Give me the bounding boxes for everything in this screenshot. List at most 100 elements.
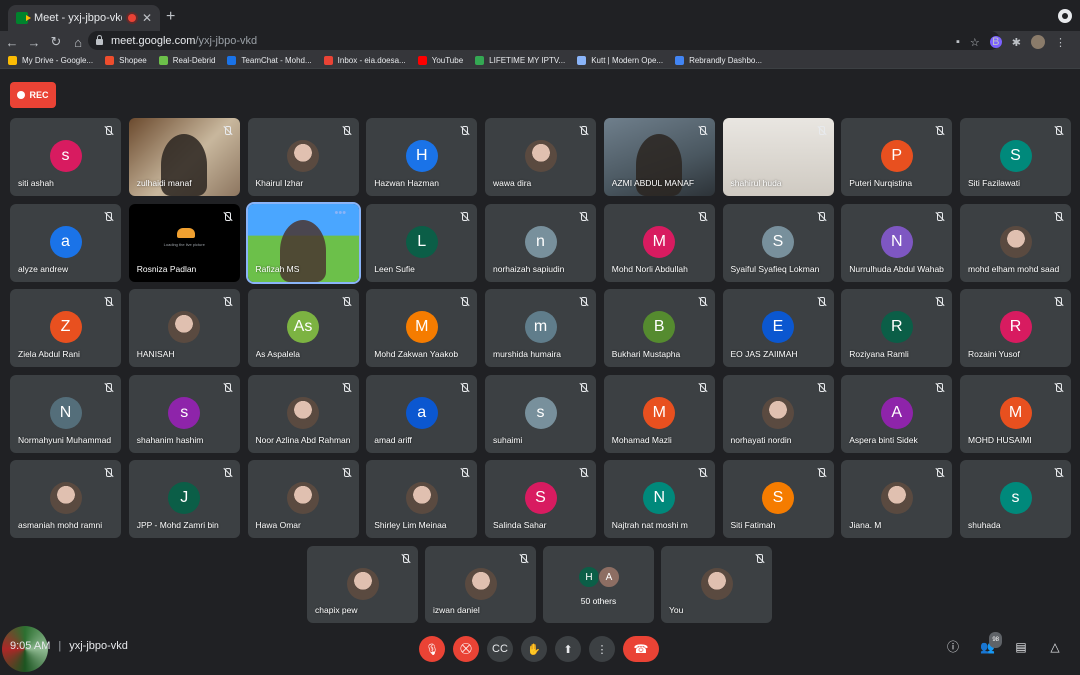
participant-tile[interactable]: asmaniah mohd ramni — [10, 460, 121, 538]
bookmark-label: Kutt | Modern Ope... — [591, 56, 664, 65]
participant-tile[interactable]: ••• Rafizah MS — [247, 203, 359, 282]
participant-tile[interactable]: N Nurrulhuda Abdul Wahab — [841, 203, 953, 282]
participant-tile[interactable]: Khairul Izhar — [247, 118, 359, 196]
participant-tile[interactable]: J JPP - Mohd Zamri bin — [128, 460, 240, 538]
kebab-menu-icon[interactable]: ⋮ — [1055, 36, 1066, 49]
camera-icon[interactable]: ▪ — [956, 36, 960, 48]
participant-tile[interactable]: As As Aspalela — [247, 289, 359, 367]
participant-tile[interactable]: n norhaizah sapiudin — [485, 203, 596, 282]
home-icon[interactable]: ⌂ — [68, 35, 88, 50]
participant-tile[interactable]: A Aspera binti Sidek — [841, 374, 953, 453]
participant-tile[interactable]: L Leen Sufie — [366, 203, 478, 282]
people-icon[interactable]: 👥 98 — [980, 632, 1002, 654]
forward-arrow-icon[interactable]: → — [24, 35, 44, 50]
participant-tile[interactable]: wawa dira — [485, 118, 596, 196]
bookmark-item[interactable]: Rebrandly Dashbo... — [675, 56, 762, 65]
chat-icon[interactable]: ▤ — [1014, 640, 1028, 654]
participant-tile[interactable]: s shahanim hashim — [128, 374, 240, 453]
bookmark-item[interactable]: Inbox - eia.doesa... — [323, 56, 406, 65]
account-avatar[interactable] — [1031, 35, 1045, 49]
participant-tile[interactable]: Z Ziela Abdul Rani — [10, 289, 121, 367]
bookmark-item[interactable]: TeamChat - Mohd... — [227, 56, 312, 65]
bookmark-item[interactable]: Kutt | Modern Ope... — [577, 56, 663, 65]
participant-tile[interactable]: shahirul huda — [722, 118, 834, 196]
participant-name: shahanim hashim — [136, 434, 204, 445]
participant-tile[interactable]: S Siti Fazilawati — [960, 118, 1071, 196]
activities-icon[interactable]: △ — [1048, 640, 1062, 654]
puzzle-icon[interactable]: ✱ — [1012, 36, 1021, 49]
captions-button[interactable]: CC — [487, 636, 513, 662]
participant-name: Leen Sufie — [374, 263, 415, 274]
participant-tile[interactable]: s shuhada — [960, 460, 1071, 538]
present-screen-button[interactable]: ⬆ — [555, 636, 581, 662]
participant-tile[interactable]: zulhaidi manaf — [128, 118, 240, 196]
participant-tile[interactable]: Shirley Lim Meinaa — [366, 460, 478, 538]
bookmark-item[interactable]: LIFETIME MY IPTV... — [475, 56, 565, 65]
star-icon[interactable]: ☆ — [970, 36, 980, 49]
new-tab-button[interactable]: + — [166, 8, 175, 26]
participant-tile[interactable]: a amad ariff — [366, 374, 478, 453]
profile-icon[interactable] — [1058, 9, 1072, 23]
participant-tile[interactable]: izwan daniel — [425, 546, 536, 623]
participant-tile[interactable]: R Rozaini Yusof — [960, 289, 1071, 367]
url-path: /yxj-jbpo-vkd — [195, 34, 258, 47]
avatar: P — [880, 140, 913, 172]
avatar: B — [643, 311, 676, 343]
meeting-info-icon[interactable]: ⓘ — [946, 640, 960, 654]
participant-tile[interactable]: AZMI ABDUL MANAF — [603, 118, 715, 196]
participant-tile[interactable]: S Salinda Sahar — [485, 460, 596, 538]
participant-tile[interactable]: S Siti Fatimah — [722, 460, 834, 538]
participant-tile[interactable]: R Roziyana Ramli — [841, 289, 953, 367]
participant-tile[interactable]: M Mohamad Mazli — [603, 374, 715, 453]
mic-off-button[interactable]: 🎙 — [419, 636, 445, 662]
avatar — [168, 311, 201, 343]
participant-tile[interactable]: You — [661, 546, 772, 623]
participant-tile[interactable]: S Syaiful Syafieq Lokman — [722, 203, 834, 282]
raise-hand-button[interactable]: ✋ — [521, 636, 547, 662]
participant-tile[interactable]: s suhaimi — [485, 374, 596, 453]
browser-tab-meet[interactable]: Meet - yxj-jbpo-vkd ✕ — [8, 5, 160, 31]
bookmark-item[interactable]: Shopee — [105, 56, 147, 65]
participant-tile[interactable]: mohd elham mohd saad — [960, 203, 1071, 282]
participant-tile[interactable]: Jiana. M — [841, 460, 953, 538]
tab-close-icon[interactable]: ✕ — [142, 11, 152, 25]
bookmark-item[interactable]: My Drive - Google... — [8, 56, 93, 65]
avatar — [762, 396, 794, 429]
address-bar[interactable]: meet.google.com/yxj-jbpo-vkd — [88, 31, 1000, 50]
bookmark-item[interactable]: YouTube — [417, 56, 463, 65]
mic-muted-icon — [934, 126, 944, 136]
participant-tile[interactable]: E EO JAS ZAIIMAH — [722, 289, 834, 367]
avatar: m — [524, 311, 557, 343]
reload-icon[interactable]: ↻ — [46, 34, 66, 50]
participant-tile[interactable]: M Mohd Zakwan Yaakob — [366, 289, 478, 367]
participant-tile[interactable]: P Puteri Nurqistina — [841, 118, 953, 196]
participant-tile[interactable]: N Najtrah nat moshi m — [603, 460, 715, 538]
participant-tile[interactable]: s siti ashah — [10, 118, 121, 196]
back-arrow-icon[interactable]: ← — [2, 35, 22, 50]
participant-name: asmaniah mohd ramni — [18, 520, 103, 530]
participant-tile[interactable]: norhayati nordin — [722, 374, 834, 453]
participant-tile[interactable]: Hawa Omar — [247, 460, 359, 538]
leave-call-button[interactable]: ☎ — [623, 636, 659, 662]
participant-tile[interactable]: M Mohd Norli Abdullah — [603, 203, 715, 282]
participant-tile[interactable]: Noor Azlina Abd Rahman — [247, 374, 359, 453]
participant-tile[interactable]: Loading the live picture Rosniza Padlan — [128, 203, 240, 282]
participant-tile[interactable]: N Normahyuni Muhammad — [10, 374, 121, 453]
participant-name: alyze andrew — [18, 263, 69, 274]
participant-tile[interactable]: HANISAH — [128, 289, 240, 367]
participant-tile[interactable]: H Hazwan Hazman — [366, 118, 478, 196]
recording-badge[interactable]: REC — [10, 82, 56, 108]
participant-tile[interactable]: m murshida humaira — [485, 289, 596, 367]
tile-options-icon[interactable]: ••• — [335, 207, 353, 220]
participant-tile[interactable]: H A 50 others — [543, 546, 654, 623]
video-placeholder-icon — [176, 227, 195, 238]
extension-b-icon[interactable]: B — [989, 36, 1002, 48]
bookmark-item[interactable]: Real-Debrid — [158, 56, 215, 65]
participant-tile[interactable]: chapix pew — [307, 546, 418, 623]
participant-name: Hazwan Hazman — [374, 178, 439, 188]
participant-tile[interactable]: B Bukhari Mustapha — [603, 289, 715, 367]
participant-tile[interactable]: M MOHD HUSAIMI — [960, 374, 1071, 453]
participant-tile[interactable]: a alyze andrew — [10, 203, 121, 282]
camera-off-button[interactable]: ⛒ — [453, 636, 479, 662]
more-options-button[interactable]: ⋮ — [589, 636, 615, 662]
